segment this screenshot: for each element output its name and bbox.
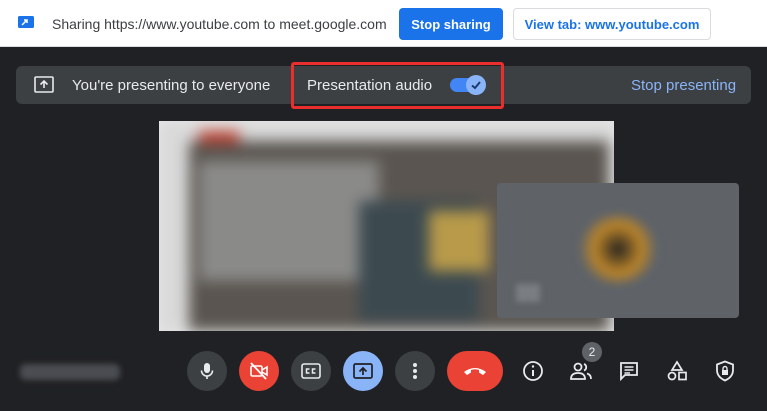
camera-off-icon — [250, 362, 268, 380]
participant-name-tag — [516, 284, 540, 302]
chat-button[interactable] — [617, 359, 641, 383]
present-to-all-icon — [353, 363, 373, 379]
presentation-audio-toggle[interactable] — [450, 75, 486, 95]
present-now-button[interactable] — [343, 351, 383, 391]
toggle-knob — [466, 75, 486, 95]
present-screen-icon — [34, 76, 54, 93]
microphone-button[interactable] — [187, 351, 227, 391]
tab-sharing-bar: Sharing https://www.youtube.com to meet.… — [0, 0, 767, 47]
shapes-icon — [667, 360, 687, 381]
presentation-audio-label: Presentation audio — [307, 77, 433, 94]
more-vert-icon — [413, 363, 417, 379]
meeting-details-button[interactable] — [521, 359, 545, 383]
participant-avatar — [579, 214, 657, 284]
activities-button[interactable] — [665, 359, 689, 383]
camera-off-button[interactable] — [239, 351, 279, 391]
closed-captions-icon — [301, 363, 321, 379]
info-icon — [523, 361, 543, 381]
sharing-message: Sharing https://www.youtube.com to meet.… — [52, 16, 387, 32]
more-options-button[interactable] — [395, 351, 435, 391]
meeting-code — [20, 364, 120, 380]
shield-lock-icon — [716, 360, 734, 382]
stop-presenting-link[interactable]: Stop presenting — [631, 77, 736, 94]
stop-sharing-button[interactable]: Stop sharing — [399, 8, 503, 40]
host-controls-button[interactable] — [713, 359, 737, 383]
presenting-message: You're presenting to everyone — [72, 77, 271, 94]
checkmark-icon — [471, 81, 481, 90]
chat-icon — [620, 362, 638, 381]
captions-button[interactable] — [291, 351, 331, 391]
microphone-icon — [200, 363, 214, 379]
people-icon — [570, 362, 592, 380]
people-button[interactable] — [569, 359, 593, 383]
leave-call-button[interactable] — [447, 351, 503, 391]
screen-share-icon — [18, 16, 34, 28]
call-end-icon — [464, 368, 486, 375]
view-tab-button[interactable]: View tab: www.youtube.com — [513, 8, 711, 40]
